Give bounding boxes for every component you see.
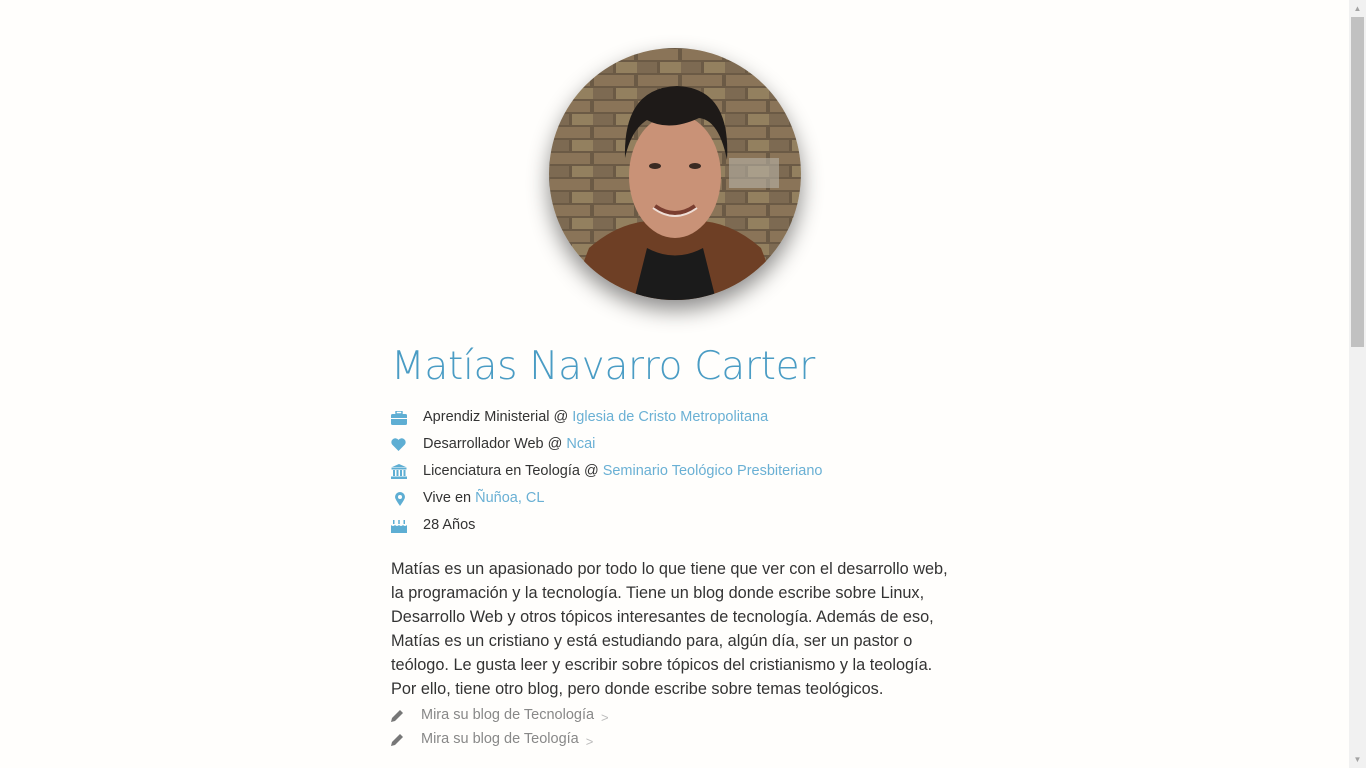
chevron-right-icon: > xyxy=(601,710,609,725)
profile-content: Matías Navarro Carter Aprendiz Ministeri… xyxy=(391,340,951,751)
map-marker-icon xyxy=(391,485,423,512)
fact-work-text: Desarrollador Web @ xyxy=(423,436,563,452)
fact-age-text: 28 Años xyxy=(423,517,476,533)
fact-education: Licenciatura en Teología @ Seminario Teo… xyxy=(391,458,951,485)
fact-job-link[interactable]: Iglesia de Cristo Metropolitana xyxy=(572,404,768,431)
profile-facts: Aprendiz Ministerial @ Iglesia de Cristo… xyxy=(391,404,951,539)
avatar xyxy=(549,48,801,300)
pencil-icon xyxy=(391,709,421,722)
heart-icon xyxy=(391,431,423,458)
fact-location-text: Vive en xyxy=(423,490,472,506)
briefcase-icon xyxy=(391,404,423,431)
theology-blog-link[interactable]: Mira su blog de Teología > xyxy=(391,727,951,751)
chevron-right-icon: > xyxy=(585,734,594,749)
blog-links: Mira su blog de Tecnología > Mira su blo… xyxy=(391,703,951,751)
fact-location: Vive en Ñuñoa, CL xyxy=(391,485,951,512)
fact-age: 28 Años xyxy=(391,512,951,539)
fact-education-link[interactable]: Seminario Teológico Presbiteriano xyxy=(603,458,823,485)
fact-job: Aprendiz Ministerial @ Iglesia de Cristo… xyxy=(391,404,951,431)
avatar-photo xyxy=(549,48,801,300)
fact-education-text: Licenciatura en Teología @ xyxy=(423,463,599,479)
tech-blog-label: Mira su blog de Tecnología xyxy=(421,707,595,723)
theology-blog-label: Mira su blog de Teología xyxy=(421,731,579,747)
fact-work-link[interactable]: Ncai xyxy=(566,431,595,458)
fact-work: Desarrollador Web @ Ncai xyxy=(391,431,951,458)
fact-location-link[interactable]: Ñuñoa, CL xyxy=(475,485,544,512)
birthday-cake-icon xyxy=(391,512,423,539)
scrollbar-thumb[interactable] xyxy=(1351,17,1364,347)
profile-bio: Matías es un apasionado por todo lo que … xyxy=(391,560,948,698)
tech-blog-link[interactable]: Mira su blog de Tecnología > xyxy=(391,703,951,727)
institution-icon xyxy=(391,458,423,485)
fact-job-text: Aprendiz Ministerial @ xyxy=(423,409,569,425)
scroll-up-arrow-icon[interactable]: ▲ xyxy=(1349,0,1366,17)
pencil-icon xyxy=(391,733,421,746)
page-scrollbar[interactable]: ▲ ▼ xyxy=(1349,0,1366,768)
scroll-down-arrow-icon[interactable]: ▼ xyxy=(1349,751,1366,768)
profile-name: Matías Navarro Carter xyxy=(391,344,815,389)
